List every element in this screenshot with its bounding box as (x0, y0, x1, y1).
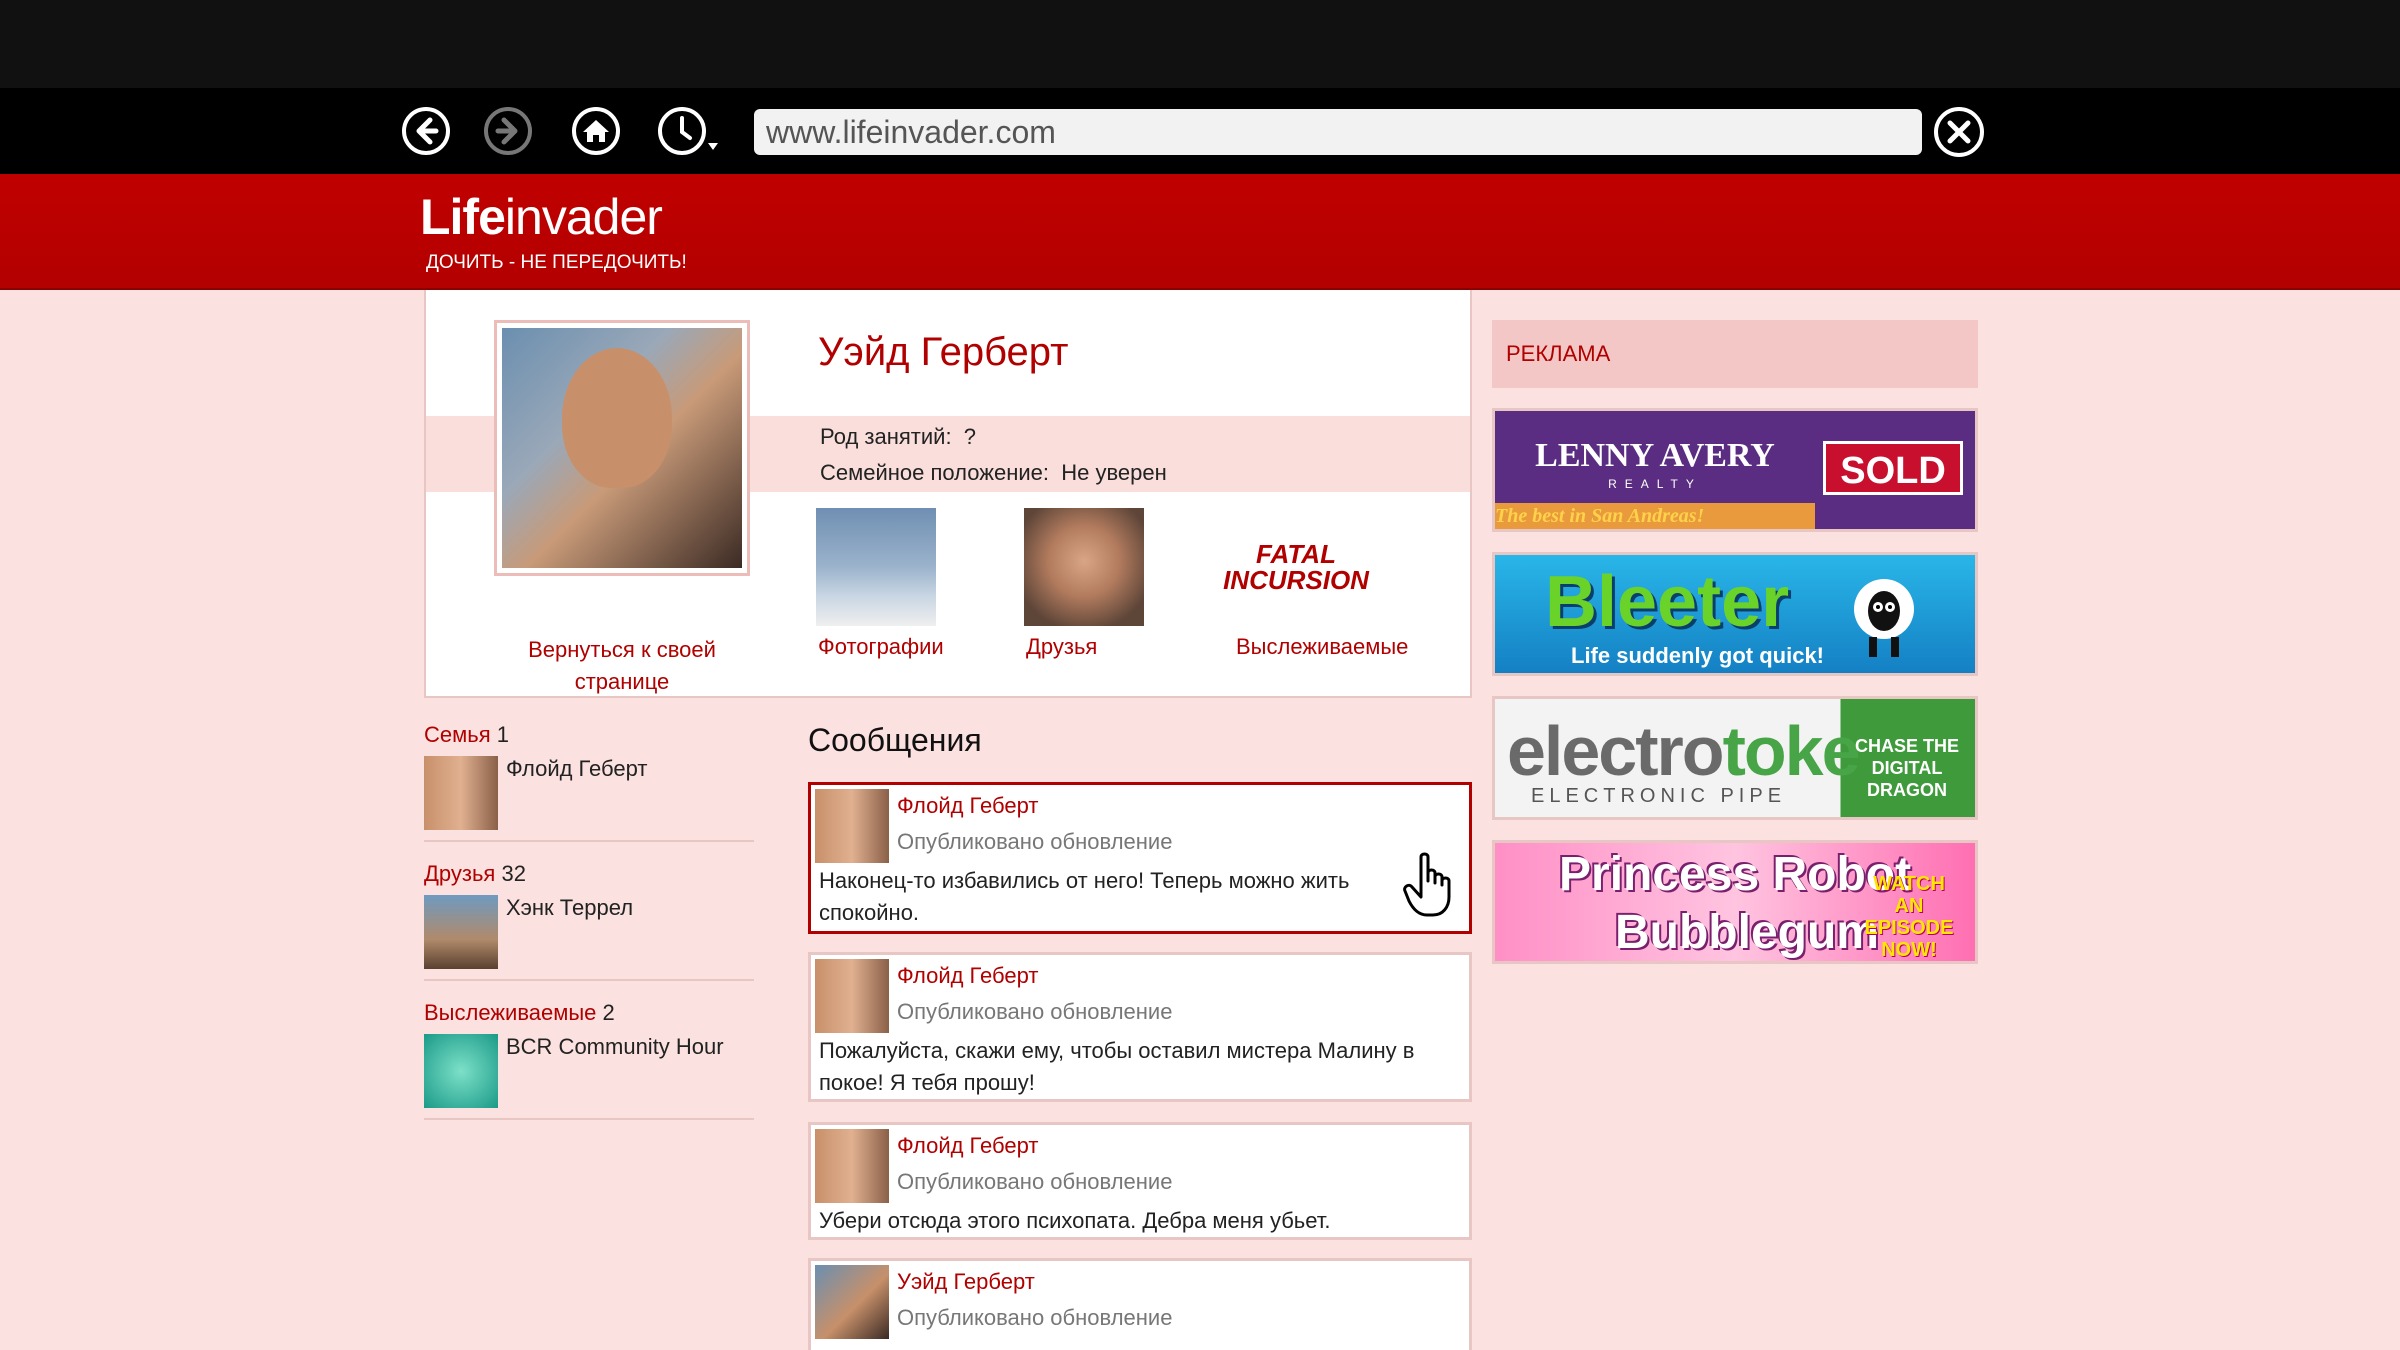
message-subtitle: Опубликовано обновление (897, 1305, 1173, 1330)
family-member-name[interactable]: Флойд Геберт (506, 756, 647, 782)
home-button[interactable] (570, 105, 622, 157)
message-subtitle: Опубликовано обновление (897, 1169, 1173, 1194)
arrow-right-icon (484, 107, 532, 155)
friend-avatar[interactable] (424, 895, 498, 969)
profile-photo (502, 328, 742, 568)
lifeinvader-logo[interactable]: Lifeinvader (420, 188, 663, 246)
bleeter-logo: Bleeter (1545, 562, 1790, 642)
profile-avatar (494, 320, 750, 576)
lenny-avery-ad[interactable]: LENNY AVERY REALTY The best in San Andre… (1492, 408, 1978, 532)
princess-robot-ad[interactable]: Princess Robot Bubblegum WATCH AN EPISOD… (1492, 840, 1978, 964)
message-card[interactable]: Флойд Геберт Опубликовано обновление Убе… (808, 1122, 1472, 1240)
author-avatar[interactable] (815, 1129, 889, 1203)
message-author[interactable]: Флойд Геберт (897, 1133, 1038, 1159)
author-avatar[interactable] (815, 959, 889, 1033)
address-bar[interactable]: www.lifeinvader.com (754, 109, 1922, 155)
family-section: Семья 1 Флойд Геберт (424, 722, 754, 842)
message-text: Пожалуйста, скажи ему, чтобы оставил мис… (819, 1038, 1415, 1095)
message-card[interactable]: Флойд Геберт Опубликовано обновление Нак… (808, 782, 1472, 934)
site-tagline: ДОЧИТЬ - НЕ ПЕРЕДОЧИТЬ! (426, 252, 687, 273)
home-icon (572, 107, 620, 155)
bleeter-slogan: Life suddenly got quick! (1571, 643, 1825, 668)
browser-toolbar: www.lifeinvader.com (0, 88, 2400, 174)
tab-tracked[interactable]: Выслеживаемые (1236, 634, 1408, 660)
ads-title: РЕКЛАМА (1492, 320, 1978, 388)
message-author[interactable]: Уэйд Герберт (897, 1269, 1035, 1295)
back-to-my-page-link[interactable]: Вернуться к своей странице (494, 634, 750, 698)
electrotoke-ad[interactable]: electrotoke ELECTRONIC PIPE CHASE THE DI… (1492, 696, 1978, 820)
message-text: Убери отсюда этого психопата. Дебра меня… (819, 1208, 1331, 1233)
back-button[interactable] (400, 105, 452, 157)
friend-name[interactable]: Хэнк Террел (506, 895, 633, 921)
friends-thumbnail[interactable] (1024, 508, 1144, 626)
message-author[interactable]: Флойд Геберт (897, 793, 1038, 819)
tracked-avatar[interactable] (424, 1034, 498, 1108)
tracked-title[interactable]: Выслеживаемые 2 (424, 1000, 754, 1026)
electrotoke-slogan: CHASE THE DIGITAL DRAGON (1854, 736, 1959, 800)
message-card[interactable]: Флойд Геберт Опубликовано обновление Пож… (808, 952, 1472, 1102)
sheep-icon (1854, 579, 1914, 657)
electrotoke-subtitle: ELECTRONIC PIPE (1531, 785, 1787, 807)
message-subtitle: Опубликовано обновление (897, 999, 1173, 1024)
author-avatar[interactable] (815, 1265, 889, 1339)
photos-thumbnail[interactable] (816, 508, 936, 626)
fatal-incursion-logo: FATAL INCURSION (1223, 539, 1369, 595)
tracked-section: Выслеживаемые 2 BCR Community Hour (424, 1000, 754, 1120)
occupation-line: Род занятий: ? (820, 424, 977, 449)
bleeter-ad[interactable]: Bleeter Life suddenly got quick! (1492, 552, 1978, 676)
bubblegum-logo: Bubblegum (1615, 906, 1879, 959)
tab-friends[interactable]: Друзья (1026, 634, 1097, 660)
top-bar (0, 0, 2400, 88)
author-avatar[interactable] (815, 789, 889, 863)
message-subtitle: Опубликовано обновление (897, 829, 1173, 854)
messages-heading: Сообщения (808, 722, 982, 758)
tracked-name[interactable]: BCR Community Hour (506, 1034, 724, 1060)
family-avatar[interactable] (424, 756, 498, 830)
profile-card: Вернуться к своей странице Уэйд Герберт … (424, 290, 1472, 698)
lenny-slogan: The best in San Andreas! (1495, 503, 1815, 529)
history-button[interactable] (656, 105, 726, 157)
message-text: Наконец-то избавились от него! Теперь мо… (819, 868, 1350, 925)
tracked-thumbnail[interactable]: FATAL INCURSION (1223, 508, 1369, 626)
message-author[interactable]: Флойд Геберт (897, 963, 1038, 989)
close-browser-button[interactable] (1932, 105, 1986, 159)
friends-title[interactable]: Друзья 32 (424, 861, 754, 887)
family-title[interactable]: Семья 1 (424, 722, 754, 748)
tab-photos[interactable]: Фотографии (818, 634, 944, 660)
sold-sign: SOLD (1823, 441, 1963, 495)
profile-name: Уэйд Герберт (818, 330, 1069, 374)
close-icon (1934, 107, 1984, 157)
forward-button[interactable] (482, 105, 534, 157)
relationship-line: Семейное положение: Не уверен (820, 460, 1167, 485)
arrow-left-icon (402, 107, 450, 155)
electrotoke-logo: electrotoke (1507, 712, 1860, 790)
message-card[interactable]: Уэйд Герберт Опубликовано обновление (808, 1258, 1472, 1350)
hand-cursor-icon (1403, 852, 1451, 917)
friends-section: Друзья 32 Хэнк Террел (424, 861, 754, 981)
watch-episode-label: WATCH AN EPISODE NOW! (1864, 873, 1954, 961)
site-header: Lifeinvader ДОЧИТЬ - НЕ ПЕРЕДОЧИТЬ! (0, 174, 2400, 290)
clock-icon (658, 107, 718, 155)
